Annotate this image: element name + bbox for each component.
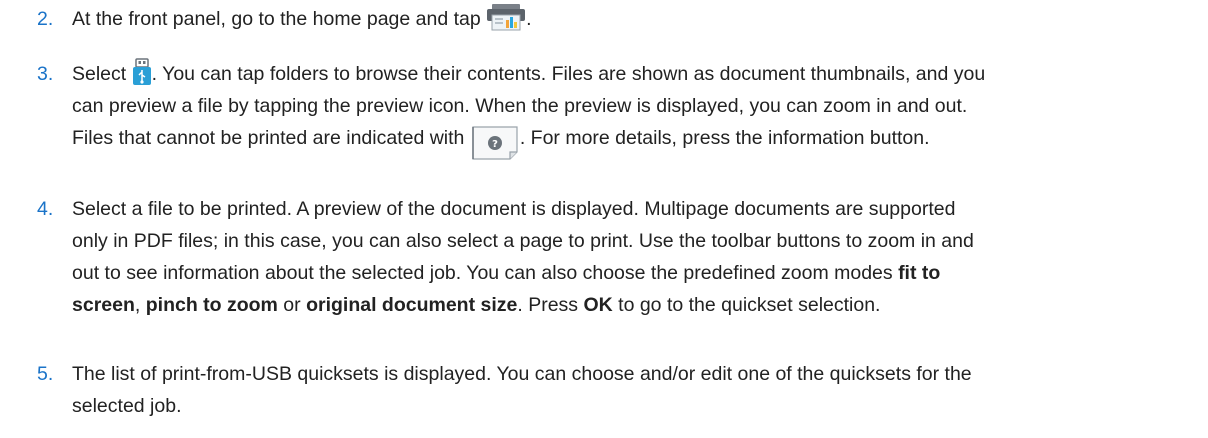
printer-icon — [486, 3, 526, 41]
step-text: The list of print-from-USB quicksets is … — [72, 358, 1182, 422]
step-text: Select . You can tap folders to browse t… — [72, 58, 1182, 160]
step-number: 2. — [37, 8, 54, 30]
step-line: The list of print-from-USB quicksets is … — [72, 363, 972, 385]
step-line: Select a file to be printed. A preview o… — [72, 198, 956, 220]
unprintable-file-icon: ? — [470, 126, 520, 160]
step-line: At the front panel, go to the home page … — [72, 3, 1182, 35]
step-number: 4. — [37, 198, 54, 220]
step-line: Files that cannot be printed are indicat… — [72, 122, 1182, 160]
step-line: selected job. — [72, 395, 182, 417]
zoom-mode-label: screen — [72, 294, 135, 316]
step-number: 5. — [37, 363, 54, 385]
step-number: 3. — [37, 63, 54, 85]
ok-label: OK — [583, 294, 613, 316]
step-text: Select a file to be printed. A preview o… — [72, 193, 1182, 321]
step-line: can preview a file by tapping the previe… — [72, 95, 968, 117]
step-line: Select . You can tap folders to browse t… — [72, 58, 1182, 90]
step-line: screen, pinch to zoom or original docume… — [72, 294, 881, 316]
zoom-mode-label: fit to — [898, 262, 941, 284]
step-line: only in PDF files; in this case, you can… — [72, 230, 974, 252]
document-page: 2. At the front panel, go to the home pa… — [0, 0, 1208, 438]
step-text: At the front panel, go to the home page … — [72, 3, 1182, 35]
zoom-mode-label: original document size — [306, 294, 518, 316]
step-line: out to see information about the selecte… — [72, 262, 941, 284]
zoom-mode-label: pinch to zoom — [145, 294, 278, 316]
svg-text:?: ? — [492, 139, 498, 150]
